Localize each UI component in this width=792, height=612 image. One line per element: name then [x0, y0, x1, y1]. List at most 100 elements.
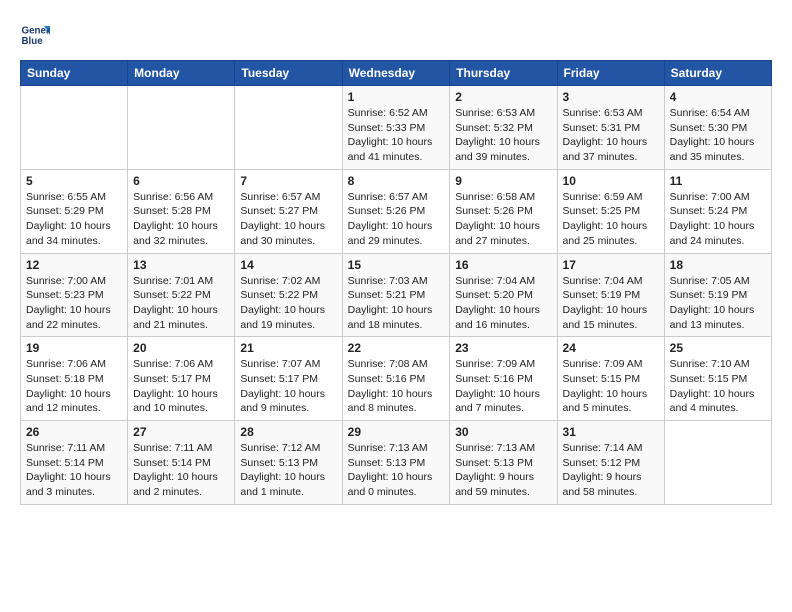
day-number: 5: [26, 174, 122, 188]
week-row-4: 19 Sunrise: 7:06 AM Sunset: 5:18 PM Dayli…: [21, 337, 772, 421]
day-info: Sunrise: 7:09 AM Sunset: 5:15 PM Dayligh…: [563, 357, 659, 416]
calendar-cell: 4Sunrise: 6:54 AM Sunset: 5:30 PM Daylig…: [664, 86, 771, 170]
day-number: 28: [240, 425, 336, 439]
day-number: 25: [670, 341, 766, 355]
calendar-cell: 29Sunrise: 7:13 AM Sunset: 5:13 PM Dayli…: [342, 421, 450, 505]
day-info: Sunrise: 7:11 AM Sunset: 5:14 PM Dayligh…: [133, 441, 229, 500]
day-number: 6: [133, 174, 229, 188]
calendar-cell: 15 Sunrise: 7:03 AM Sunset: 5:21 PM Dayli…: [342, 253, 450, 337]
day-info: Sunrise: 6:57 AM Sunset: 5:26 PM Dayligh…: [348, 190, 445, 249]
day-info: Sunrise: 7:12 AM Sunset: 5:13 PM Dayligh…: [240, 441, 336, 500]
week-row-5: 26Sunrise: 7:11 AM Sunset: 5:14 PM Dayli…: [21, 421, 772, 505]
calendar-cell: 10 Sunrise: 6:59 AM Sunset: 5:25 PM Dayli…: [557, 169, 664, 253]
day-number: 7: [240, 174, 336, 188]
calendar-cell: 14Sunrise: 7:02 AM Sunset: 5:22 PM Dayli…: [235, 253, 342, 337]
day-info: Sunrise: 7:06 AM Sunset: 5:17 PM Dayligh…: [133, 357, 229, 416]
calendar-cell: 30 Sunrise: 7:13 AM Sunset: 5:13 PM Dayli…: [450, 421, 557, 505]
day-info: Sunrise: 6:52 AM Sunset: 5:33 PM Dayligh…: [348, 106, 445, 165]
day-number: 30: [455, 425, 551, 439]
day-info: Sunrise: 6:58 AM Sunset: 5:26 PM Dayligh…: [455, 190, 551, 249]
calendar-cell: 17 Sunrise: 7:04 AM Sunset: 5:19 PM Dayli…: [557, 253, 664, 337]
day-number: 24: [563, 341, 659, 355]
day-number: 15: [348, 258, 445, 272]
day-info: Sunrise: 7:01 AM Sunset: 5:22 PM Dayligh…: [133, 274, 229, 333]
calendar-cell: 13 Sunrise: 7:01 AM Sunset: 5:22 PM Dayli…: [128, 253, 235, 337]
column-header-friday: Friday: [557, 61, 664, 86]
calendar-cell: [21, 86, 128, 170]
calendar-cell: 11Sunrise: 7:00 AM Sunset: 5:24 PM Dayli…: [664, 169, 771, 253]
day-info: Sunrise: 7:13 AM Sunset: 5:13 PM Dayligh…: [455, 441, 551, 500]
column-header-saturday: Saturday: [664, 61, 771, 86]
column-header-wednesday: Wednesday: [342, 61, 450, 86]
day-number: 20: [133, 341, 229, 355]
calendar-cell: 21 Sunrise: 7:07 AM Sunset: 5:17 PM Dayli…: [235, 337, 342, 421]
day-info: Sunrise: 7:10 AM Sunset: 5:15 PM Dayligh…: [670, 357, 766, 416]
day-info: Sunrise: 7:02 AM Sunset: 5:22 PM Dayligh…: [240, 274, 336, 333]
calendar-cell: 26Sunrise: 7:11 AM Sunset: 5:14 PM Dayli…: [21, 421, 128, 505]
day-info: Sunrise: 7:04 AM Sunset: 5:19 PM Dayligh…: [563, 274, 659, 333]
column-header-monday: Monday: [128, 61, 235, 86]
day-info: Sunrise: 6:53 AM Sunset: 5:31 PM Dayligh…: [563, 106, 659, 165]
day-info: Sunrise: 7:14 AM Sunset: 5:12 PM Dayligh…: [563, 441, 659, 500]
column-header-thursday: Thursday: [450, 61, 557, 86]
week-row-1: 1Sunrise: 6:52 AM Sunset: 5:33 PM Daylig…: [21, 86, 772, 170]
day-number: 19: [26, 341, 122, 355]
calendar-cell: 31Sunrise: 7:14 AM Sunset: 5:12 PM Dayli…: [557, 421, 664, 505]
calendar-cell: [235, 86, 342, 170]
week-row-3: 12 Sunrise: 7:00 AM Sunset: 5:23 PM Dayli…: [21, 253, 772, 337]
day-number: 23: [455, 341, 551, 355]
day-info: Sunrise: 6:55 AM Sunset: 5:29 PM Dayligh…: [26, 190, 122, 249]
calendar-cell: 18Sunrise: 7:05 AM Sunset: 5:19 PM Dayli…: [664, 253, 771, 337]
day-number: 27: [133, 425, 229, 439]
calendar-cell: 28 Sunrise: 7:12 AM Sunset: 5:13 PM Dayli…: [235, 421, 342, 505]
header-row: SundayMondayTuesdayWednesdayThursdayFrid…: [21, 61, 772, 86]
calendar-cell: 27 Sunrise: 7:11 AM Sunset: 5:14 PM Dayli…: [128, 421, 235, 505]
day-info: Sunrise: 7:04 AM Sunset: 5:20 PM Dayligh…: [455, 274, 551, 333]
day-info: Sunrise: 7:11 AM Sunset: 5:14 PM Dayligh…: [26, 441, 122, 500]
calendar-cell: 5 Sunrise: 6:55 AM Sunset: 5:29 PM Daylig…: [21, 169, 128, 253]
day-info: Sunrise: 6:54 AM Sunset: 5:30 PM Dayligh…: [670, 106, 766, 165]
calendar-cell: [664, 421, 771, 505]
calendar-cell: 24 Sunrise: 7:09 AM Sunset: 5:15 PM Dayli…: [557, 337, 664, 421]
day-info: Sunrise: 7:03 AM Sunset: 5:21 PM Dayligh…: [348, 274, 445, 333]
day-number: 29: [348, 425, 445, 439]
calendar-cell: 20 Sunrise: 7:06 AM Sunset: 5:17 PM Dayli…: [128, 337, 235, 421]
calendar-cell: 2Sunrise: 6:53 AM Sunset: 5:32 PM Daylig…: [450, 86, 557, 170]
calendar-cell: 25 Sunrise: 7:10 AM Sunset: 5:15 PM Dayli…: [664, 337, 771, 421]
week-row-2: 5 Sunrise: 6:55 AM Sunset: 5:29 PM Daylig…: [21, 169, 772, 253]
day-info: Sunrise: 7:00 AM Sunset: 5:24 PM Dayligh…: [670, 190, 766, 249]
calendar-cell: 6 Sunrise: 6:56 AM Sunset: 5:28 PM Daylig…: [128, 169, 235, 253]
calendar-cell: [128, 86, 235, 170]
day-info: Sunrise: 6:56 AM Sunset: 5:28 PM Dayligh…: [133, 190, 229, 249]
day-info: Sunrise: 6:59 AM Sunset: 5:25 PM Dayligh…: [563, 190, 659, 249]
day-number: 21: [240, 341, 336, 355]
day-number: 12: [26, 258, 122, 272]
day-info: Sunrise: 7:08 AM Sunset: 5:16 PM Dayligh…: [348, 357, 445, 416]
page-header: General Blue: [20, 20, 772, 50]
day-number: 10: [563, 174, 659, 188]
calendar-cell: 3Sunrise: 6:53 AM Sunset: 5:31 PM Daylig…: [557, 86, 664, 170]
day-info: Sunrise: 7:09 AM Sunset: 5:16 PM Dayligh…: [455, 357, 551, 416]
day-info: Sunrise: 7:07 AM Sunset: 5:17 PM Dayligh…: [240, 357, 336, 416]
day-info: Sunrise: 7:06 AM Sunset: 5:18 PM Dayligh…: [26, 357, 122, 416]
day-number: 22: [348, 341, 445, 355]
logo-icon: General Blue: [20, 20, 50, 50]
calendar-cell: 1Sunrise: 6:52 AM Sunset: 5:33 PM Daylig…: [342, 86, 450, 170]
day-info: Sunrise: 6:57 AM Sunset: 5:27 PM Dayligh…: [240, 190, 336, 249]
calendar-cell: 19 Sunrise: 7:06 AM Sunset: 5:18 PM Dayli…: [21, 337, 128, 421]
calendar-table: SundayMondayTuesdayWednesdayThursdayFrid…: [20, 60, 772, 505]
calendar-cell: 22 Sunrise: 7:08 AM Sunset: 5:16 PM Dayli…: [342, 337, 450, 421]
day-number: 8: [348, 174, 445, 188]
calendar-cell: 8 Sunrise: 6:57 AM Sunset: 5:26 PM Daylig…: [342, 169, 450, 253]
calendar-cell: 7 Sunrise: 6:57 AM Sunset: 5:27 PM Daylig…: [235, 169, 342, 253]
logo: General Blue: [20, 20, 54, 50]
day-number: 13: [133, 258, 229, 272]
day-info: Sunrise: 6:53 AM Sunset: 5:32 PM Dayligh…: [455, 106, 551, 165]
column-header-sunday: Sunday: [21, 61, 128, 86]
svg-text:Blue: Blue: [22, 36, 44, 47]
column-header-tuesday: Tuesday: [235, 61, 342, 86]
calendar-cell: 12 Sunrise: 7:00 AM Sunset: 5:23 PM Dayli…: [21, 253, 128, 337]
day-number: 17: [563, 258, 659, 272]
day-number: 9: [455, 174, 551, 188]
day-info: Sunrise: 7:00 AM Sunset: 5:23 PM Dayligh…: [26, 274, 122, 333]
